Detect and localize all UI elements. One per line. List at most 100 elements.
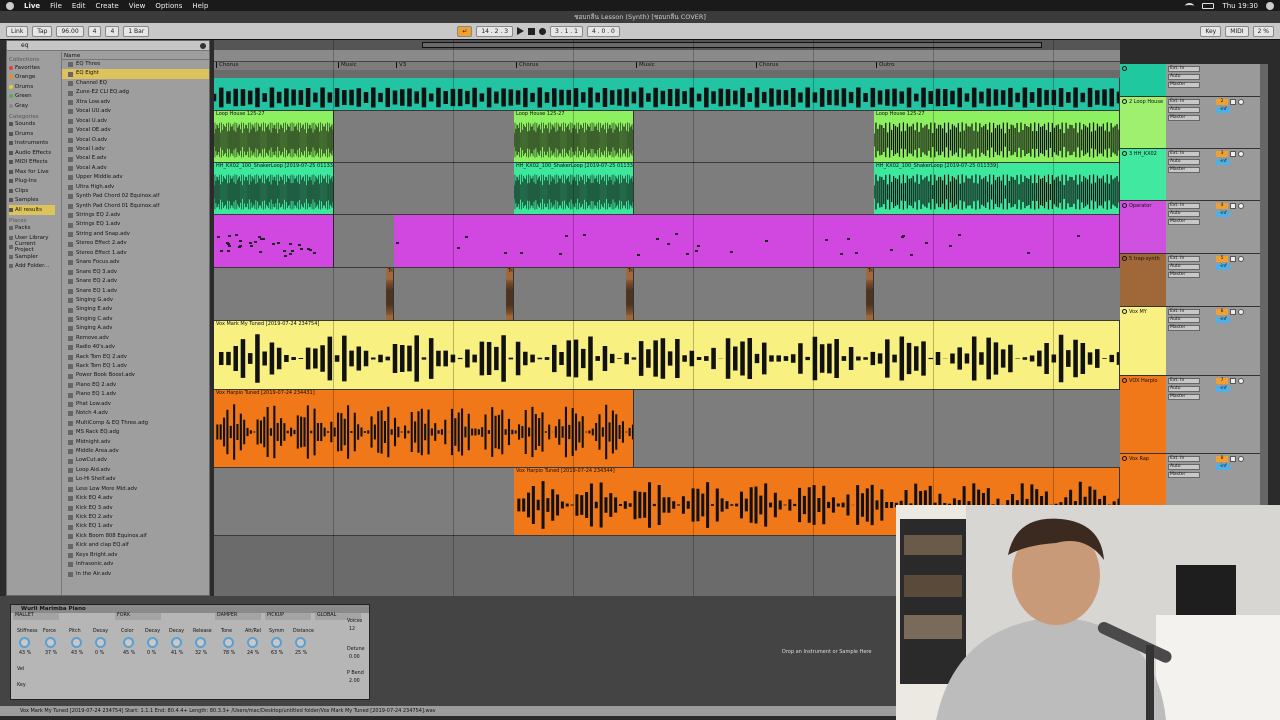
track-lane-1[interactable] xyxy=(214,78,1120,111)
link-button[interactable]: Link xyxy=(6,26,28,37)
browser-item[interactable]: Snare Focus.adv xyxy=(62,258,209,267)
clock[interactable]: Thu 19:30 xyxy=(1222,2,1258,10)
knob-decay[interactable] xyxy=(171,637,182,648)
browser-item[interactable]: Phat Low.adv xyxy=(62,400,209,409)
browser-item[interactable]: Vocal UU.adv xyxy=(62,107,209,116)
browser-item[interactable]: Stereo Effect 2.adv xyxy=(62,239,209,248)
knob-att-rel[interactable] xyxy=(247,637,258,648)
monitor-auto[interactable]: Auto xyxy=(1168,107,1200,113)
knob-decay[interactable] xyxy=(95,637,106,648)
knob-decay[interactable] xyxy=(147,637,158,648)
browser-item[interactable]: Singing E.adv xyxy=(62,305,209,314)
wifi-icon[interactable] xyxy=(1185,3,1194,9)
app-menu[interactable]: Live xyxy=(24,2,40,10)
input-type-select[interactable]: Ext. In xyxy=(1168,99,1200,105)
output-select[interactable]: Master xyxy=(1168,115,1200,121)
category-samples[interactable]: Samples xyxy=(9,196,55,206)
track-header-5[interactable]: 5 trap-synth xyxy=(1120,254,1166,307)
arm-button[interactable] xyxy=(1238,151,1244,157)
browser-item[interactable]: LowCut.adv xyxy=(62,456,209,465)
browser-item[interactable]: Keys Bright.adv xyxy=(62,551,209,560)
global-param-7[interactable]: Key xyxy=(17,683,26,688)
browser-item[interactable]: Lo-Hi Shelf.adv xyxy=(62,475,209,484)
output-select[interactable]: Master xyxy=(1168,272,1200,278)
sig-numerator[interactable]: 4 xyxy=(88,26,102,37)
loop-length-field[interactable]: 4 . 0 . 0 xyxy=(587,26,620,37)
monitor-auto[interactable]: Auto xyxy=(1168,74,1200,80)
browser-item[interactable]: Piano EQ 2.adv xyxy=(62,381,209,390)
clip-teal[interactable] xyxy=(214,78,1120,110)
arm-button[interactable] xyxy=(1238,309,1244,315)
sig-denominator[interactable]: 4 xyxy=(105,26,119,37)
input-type-select[interactable]: Ext. In xyxy=(1168,256,1200,262)
key-map-button[interactable]: Key xyxy=(1200,26,1221,37)
browser-item[interactable]: Less Low More Mid.adv xyxy=(62,485,209,494)
tap-button[interactable]: Tap xyxy=(32,26,52,37)
overview-window[interactable] xyxy=(422,42,1042,48)
input-type-select[interactable]: Ext. In xyxy=(1168,151,1200,157)
category-audio-effects[interactable]: Audio Effects xyxy=(9,148,55,158)
browser-item[interactable]: Xtra Low.adv xyxy=(62,98,209,107)
track-header-7[interactable]: VOX Harpio xyxy=(1120,376,1166,454)
collection-gray[interactable]: Gray xyxy=(9,101,55,111)
play-icon[interactable] xyxy=(517,27,524,35)
clip-vox-mark[interactable]: Vox Mark My Tuned [2019-07-24 234754] xyxy=(214,321,1120,389)
category-plug-ins[interactable]: Plug-Ins xyxy=(9,177,55,187)
browser-item[interactable]: Loop Aid.adv xyxy=(62,466,209,475)
browser-item[interactable]: Kick EQ 2.adv xyxy=(62,513,209,522)
category-max-for-live[interactable]: Max for Live xyxy=(9,167,55,177)
track-activator[interactable]: 2 xyxy=(1216,99,1228,105)
track-activator[interactable]: 4 xyxy=(1216,203,1228,209)
vertical-scrollbar[interactable] xyxy=(1260,64,1268,506)
clip-vox-harpio[interactable]: Vox Harpio Tuned [2019-07-24 234431] xyxy=(214,390,634,467)
track-header-3[interactable]: 3 HH_KX02 xyxy=(1120,149,1166,201)
browser-item[interactable]: Zune-E2 CLI EQ.adg xyxy=(62,88,209,97)
monitor-auto[interactable]: Auto xyxy=(1168,211,1200,217)
browser-item[interactable]: Singing C.adv xyxy=(62,315,209,324)
category-instruments[interactable]: Instruments xyxy=(9,139,55,149)
quantize-select[interactable]: 1 Bar xyxy=(123,26,149,37)
locator-outro[interactable]: Outro xyxy=(876,62,894,68)
browser-item[interactable]: Rack Tom EQ 1.adv xyxy=(62,362,209,371)
global-param-1[interactable]: 12 xyxy=(349,627,355,632)
track-lane-2[interactable]: Loop House 125-27 Loop House 125-27 Loop H… xyxy=(214,111,1120,163)
browser-item[interactable]: Kick EQ 1.adv xyxy=(62,522,209,531)
place-add-folder-[interactable]: Add Folder... xyxy=(9,262,55,272)
track-volume[interactable]: -inf xyxy=(1216,386,1230,392)
place-packs[interactable]: Packs xyxy=(9,224,55,234)
arrangement-overview[interactable] xyxy=(214,40,1120,50)
apple-icon[interactable] xyxy=(6,2,14,10)
locator-v3[interactable]: V3 xyxy=(396,62,406,68)
menu-view[interactable]: View xyxy=(129,2,146,10)
track-power-icon[interactable] xyxy=(1122,309,1127,314)
follow-button[interactable]: ↵ xyxy=(457,26,472,37)
clip-loop-house[interactable]: Loop House 125-27 xyxy=(214,111,334,162)
browser-item[interactable]: Snare EQ 3.adv xyxy=(62,268,209,277)
knob-stiffness[interactable] xyxy=(19,637,30,648)
track-lane-4[interactable] xyxy=(214,215,1120,268)
browser-item[interactable]: Piano EQ 1.adv xyxy=(62,390,209,399)
browser-item[interactable]: Notch 4.adv xyxy=(62,409,209,418)
browser-item[interactable]: Stereo Effect 1.adv xyxy=(62,249,209,258)
track-volume[interactable]: -inf xyxy=(1216,317,1230,323)
browser-item[interactable]: Snare EQ 1.adv xyxy=(62,287,209,296)
solo-button[interactable] xyxy=(1230,256,1236,262)
category-all-results[interactable]: All results xyxy=(9,205,55,215)
place-sampler[interactable]: Sampler xyxy=(9,252,55,262)
browser-item[interactable]: String and Snap.adv xyxy=(62,230,209,239)
browser-item[interactable]: Midnight.adv xyxy=(62,438,209,447)
arm-button[interactable] xyxy=(1238,256,1244,262)
input-type-select[interactable]: Ext. In xyxy=(1168,203,1200,209)
global-param-5[interactable]: 2.00 xyxy=(349,679,360,684)
clip-trap-synth[interactable]: Tra xyxy=(866,268,874,320)
browser-item[interactable]: Power Book Boost.adv xyxy=(62,371,209,380)
track-power-icon[interactable] xyxy=(1122,256,1127,261)
browser-item[interactable]: Middle Area.adv xyxy=(62,447,209,456)
input-type-select[interactable]: Ext. In xyxy=(1168,378,1200,384)
browser-item[interactable]: Vocal OE.adv xyxy=(62,126,209,135)
collection-green[interactable]: Green xyxy=(9,92,55,102)
track-activator[interactable]: 8 xyxy=(1216,456,1228,462)
category-clips[interactable]: Clips xyxy=(9,186,55,196)
knob-pitch[interactable] xyxy=(71,637,82,648)
category-sounds[interactable]: Sounds xyxy=(9,120,55,130)
